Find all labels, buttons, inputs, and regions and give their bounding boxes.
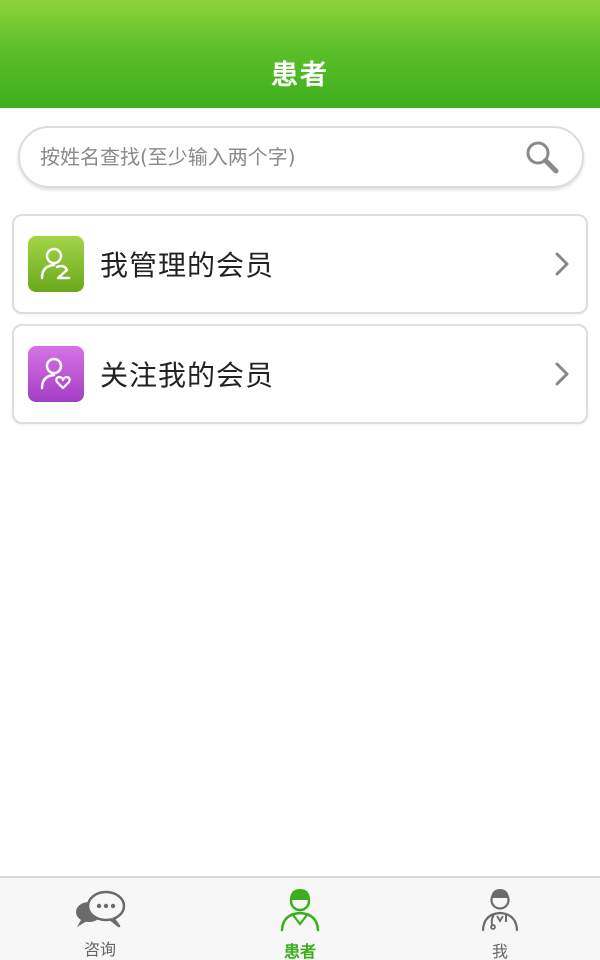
follower-member-icon — [28, 346, 84, 402]
tab-me[interactable]: 我 — [400, 878, 600, 960]
tab-label: 患者 — [283, 942, 316, 960]
chevron-right-icon — [550, 359, 574, 389]
search-icon[interactable] — [522, 137, 562, 177]
chevron-right-icon — [550, 249, 574, 279]
chat-bubble-icon — [70, 886, 130, 930]
search-input[interactable] — [40, 145, 522, 169]
list-item-label: 关注我的会员 — [100, 359, 275, 392]
app-header: 患者 — [0, 0, 600, 108]
tab-label: 我 — [491, 942, 508, 960]
doctor-icon — [470, 886, 530, 932]
list-item-label: 我管理的会员 — [100, 249, 275, 282]
list-item-managed-members[interactable]: 我管理的会员 — [12, 214, 588, 314]
tab-label: 咨询 — [83, 940, 116, 959]
tab-patients[interactable]: 患者 — [200, 878, 400, 960]
bottom-tab-bar: 咨询 患者 我 — [0, 876, 600, 960]
tab-consult[interactable]: 咨询 — [0, 878, 200, 960]
search-bar[interactable] — [18, 126, 584, 188]
managed-member-icon — [28, 236, 84, 292]
page-title: 患者 — [271, 59, 329, 91]
list-item-follower-members[interactable]: 关注我的会员 — [12, 324, 588, 424]
patient-icon — [270, 886, 330, 932]
